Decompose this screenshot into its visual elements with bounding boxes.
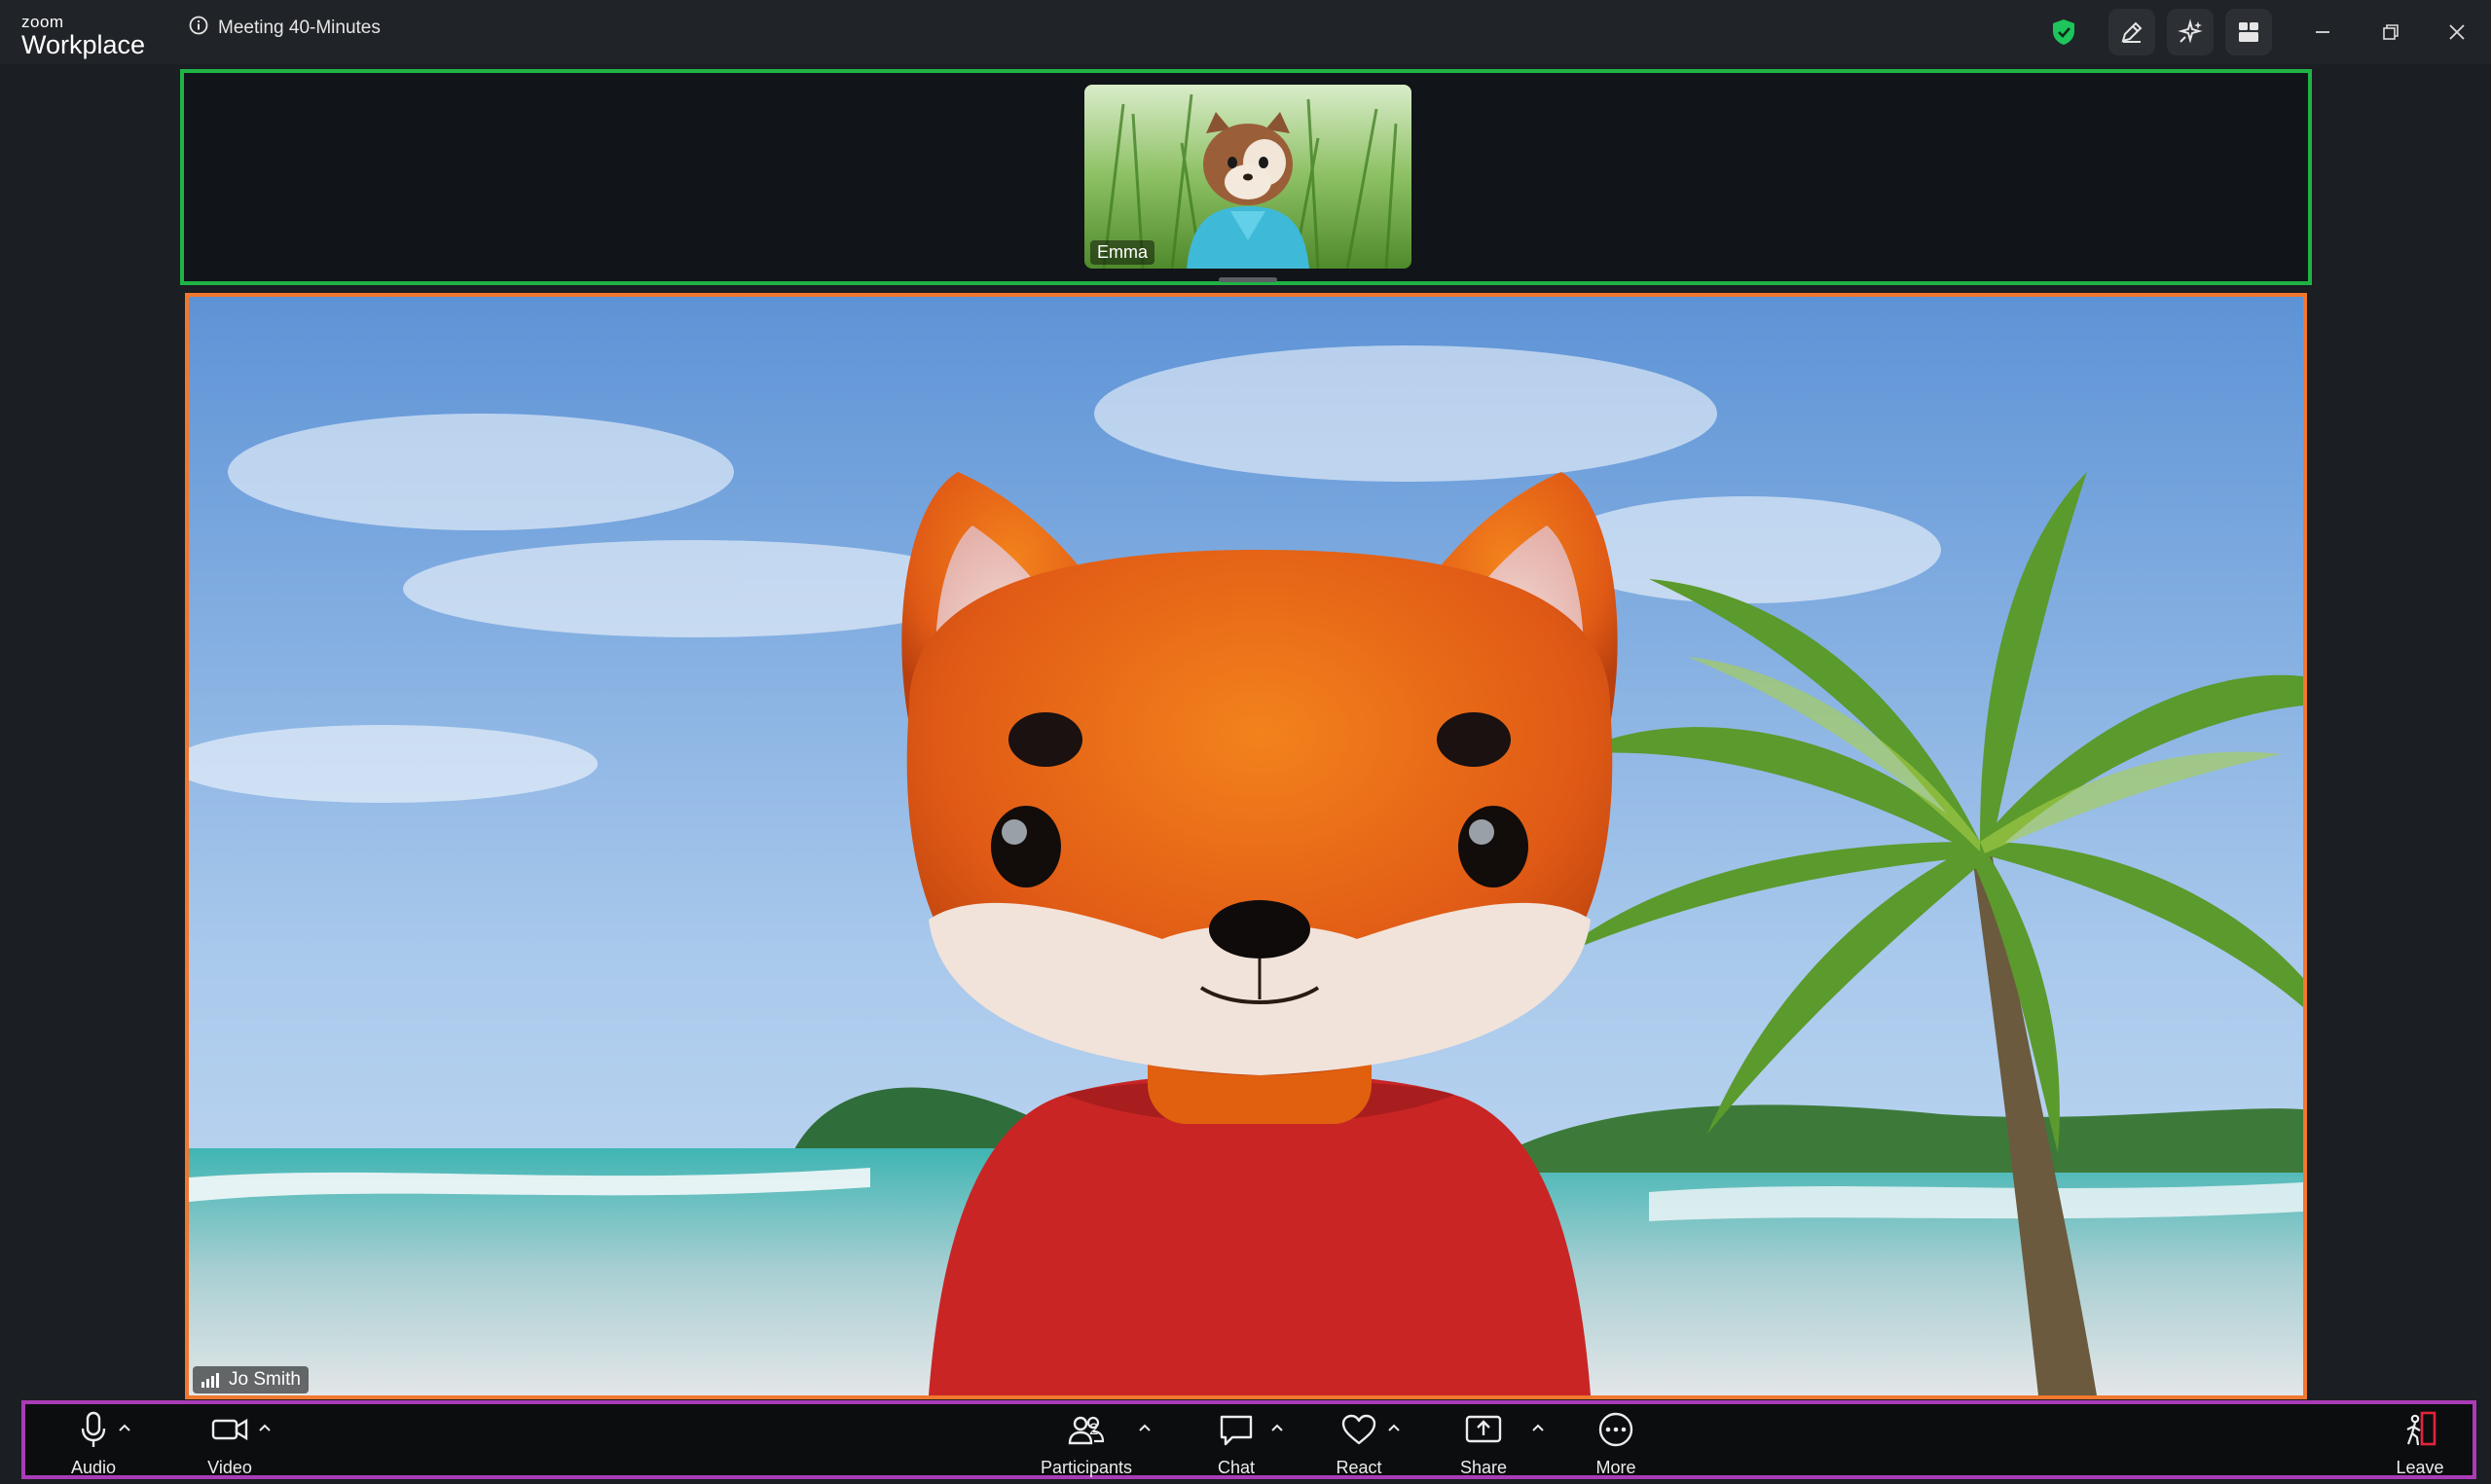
leave-door-icon (2400, 1410, 2439, 1454)
gallery-strip: Emma (180, 69, 2312, 285)
participant-name-jo-smith: Jo Smith (229, 1369, 301, 1390)
brand-top: zoom (21, 13, 64, 31)
meeting-title: Meeting 40-Minutes (218, 17, 381, 38)
leave-button[interactable]: Leave (2381, 1410, 2459, 1478)
participants-icon (1067, 1410, 1106, 1454)
brand-bottom: Workplace (21, 30, 146, 59)
title-bar: zoom Workplace Meeting 40-Minutes (0, 0, 2491, 64)
main-video-tile: Jo Smith (185, 293, 2307, 1399)
ai-sparkle-icon[interactable] (2167, 9, 2214, 55)
jo-smith-video-feed (189, 297, 2303, 1395)
participants-button[interactable]: Participants (1018, 1410, 1154, 1478)
more-label: More (1595, 1458, 1636, 1477)
strip-resize-handle[interactable] (1219, 277, 1277, 282)
participants-count: 2 (1089, 1420, 1099, 1438)
video-options-chevron-up-icon[interactable] (255, 1418, 275, 1437)
heart-icon (1339, 1410, 1378, 1454)
meeting-info[interactable]: Meeting 40-Minutes (189, 16, 381, 40)
audio-options-chevron-up-icon[interactable] (115, 1418, 134, 1437)
close-icon[interactable] (2434, 9, 2480, 55)
signal-strength-icon (201, 1371, 222, 1389)
participant-tile-emma[interactable]: Emma (1084, 85, 1411, 269)
restore-icon[interactable] (2367, 9, 2414, 55)
microphone-icon (77, 1410, 110, 1454)
meeting-toolbar: Audio Video Participants 2 Chat React Sh… (21, 1400, 2476, 1479)
more-button[interactable]: More (1567, 1410, 1665, 1478)
participants-label: Participants (1040, 1458, 1133, 1477)
share-options-chevron-up-icon[interactable] (1528, 1418, 1548, 1437)
chat-label: Chat (1217, 1458, 1256, 1477)
participant-name-emma: Emma (1090, 240, 1155, 265)
react-label: React (1336, 1458, 1382, 1477)
minimize-icon[interactable] (2299, 9, 2346, 55)
share-button[interactable]: Share (1435, 1410, 1532, 1478)
zoom-logo: zoom Workplace (21, 14, 145, 58)
chat-options-chevron-up-icon[interactable] (1267, 1418, 1287, 1437)
more-ellipsis-icon (1596, 1410, 1635, 1454)
video-label: Video (207, 1458, 252, 1477)
share-screen-icon (1464, 1410, 1503, 1454)
audio-label: Audio (70, 1458, 117, 1477)
video-camera-icon (210, 1410, 249, 1454)
participants-options-chevron-up-icon[interactable] (1135, 1418, 1154, 1437)
shield-check-icon[interactable] (2040, 9, 2087, 55)
chat-bubble-icon (1217, 1410, 1256, 1454)
share-label: Share (1459, 1458, 1508, 1477)
apps-grid-icon[interactable] (2225, 9, 2272, 55)
react-options-chevron-up-icon[interactable] (1384, 1418, 1404, 1437)
leave-label: Leave (2396, 1458, 2444, 1477)
participant-name-tag: Jo Smith (193, 1366, 309, 1394)
pencil-icon[interactable] (2108, 9, 2155, 55)
info-icon[interactable] (189, 16, 208, 40)
